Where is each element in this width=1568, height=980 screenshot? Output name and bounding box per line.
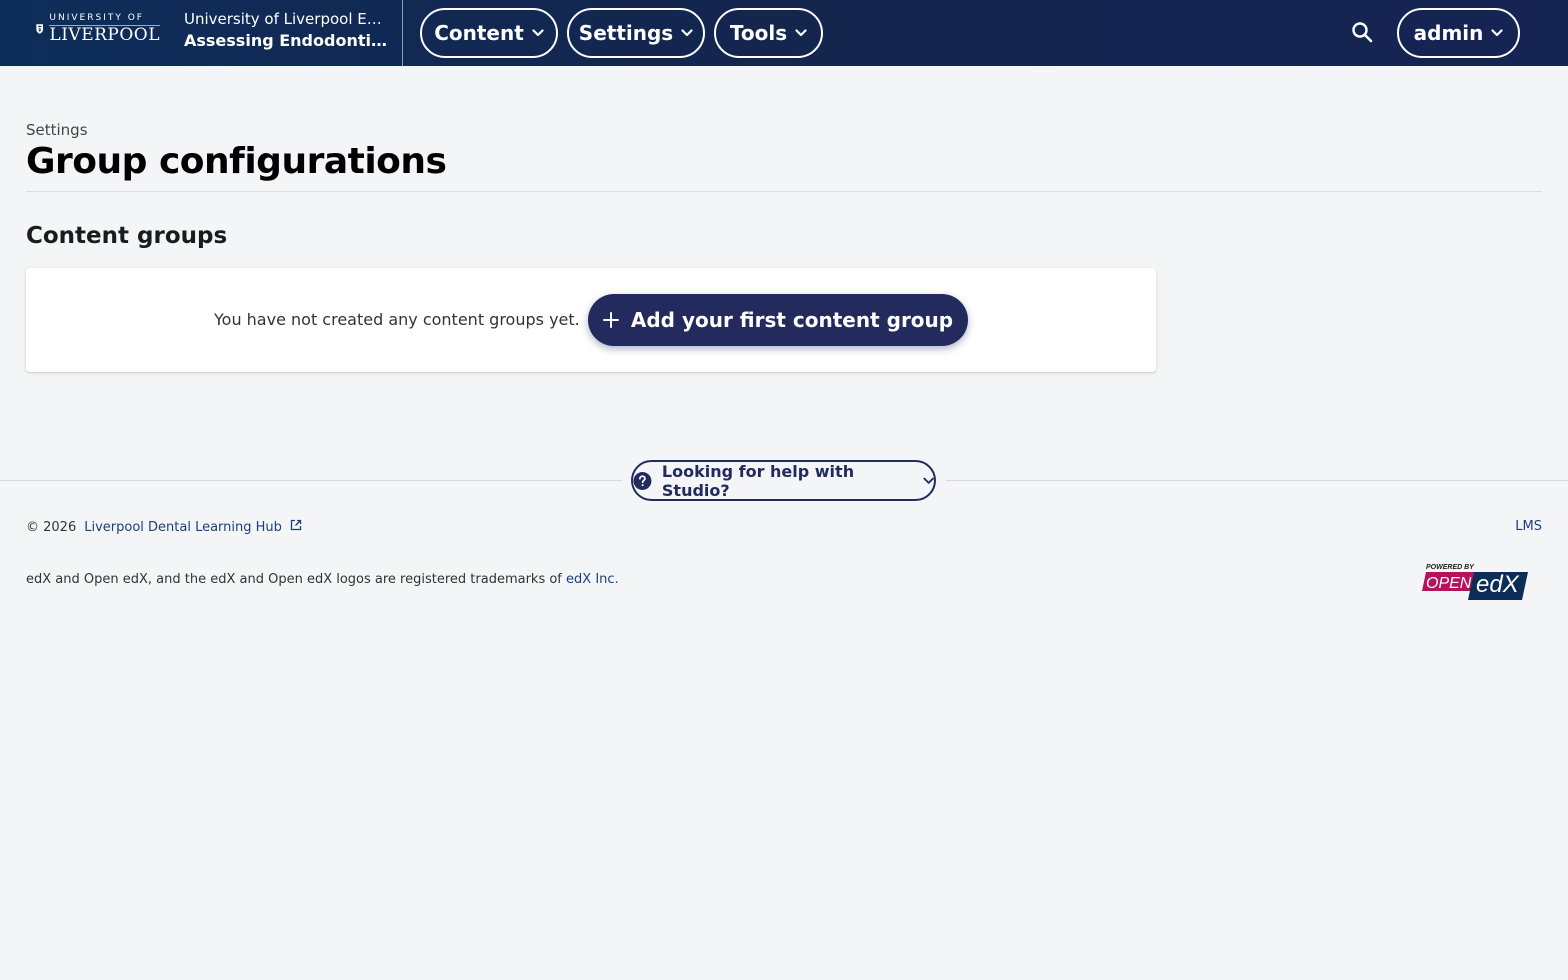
plus-icon xyxy=(602,312,619,328)
add-content-group-button[interactable]: Add your first content group xyxy=(588,294,968,346)
powered-by-open-edx-logo[interactable]: POWERED BY OPEN edX xyxy=(1420,560,1534,604)
content-groups-card: You have not created any content groups … xyxy=(26,268,1156,372)
lms-link[interactable]: LMS xyxy=(1515,519,1542,534)
site-link-label: Liverpool Dental Learning Hub xyxy=(84,520,282,535)
help-divider-left xyxy=(0,480,622,481)
powered-by-text: POWERED BY xyxy=(1426,564,1475,571)
copyright-text: © 2026 xyxy=(26,519,77,535)
course-org: University of Liverpool EN... xyxy=(184,10,389,28)
shield-crest-icon xyxy=(36,24,44,34)
title-divider xyxy=(26,191,1542,192)
user-menu-button[interactable]: admin xyxy=(1397,8,1520,58)
nav-settings-button[interactable]: Settings xyxy=(567,8,705,58)
help-icon xyxy=(633,471,652,490)
search-icon[interactable] xyxy=(1350,20,1374,44)
studio-help-label: Looking for help with Studio? xyxy=(661,461,855,500)
nav-content-label: Content xyxy=(434,21,524,45)
breadcrumb: Settings xyxy=(26,121,88,139)
header-divider xyxy=(402,0,403,66)
chevron-down-icon xyxy=(681,29,693,37)
open-text: OPEN xyxy=(1426,575,1472,592)
chevron-down-icon xyxy=(795,29,807,37)
footer-copyright: © 2026 Liverpool Dental Learning Hub xyxy=(26,519,302,535)
university-logo[interactable]: UNIVERSITY OF LIVERPOOL xyxy=(36,12,160,46)
nav-content-button[interactable]: Content xyxy=(420,8,558,58)
nav-tools-button[interactable]: Tools xyxy=(714,8,823,58)
chevron-down-icon xyxy=(532,29,544,37)
site-link[interactable]: Liverpool Dental Learning Hub xyxy=(84,519,302,535)
course-title[interactable]: University of Liverpool EN... Assessing … xyxy=(184,10,389,50)
nav-settings-label: Settings xyxy=(578,21,674,45)
studio-help-toggle[interactable]: Looking for help with Studio? xyxy=(631,460,936,501)
external-link-icon xyxy=(290,519,302,531)
help-divider-right xyxy=(946,480,1568,481)
user-menu-label: admin xyxy=(1413,21,1484,45)
nav-tools-label: Tools xyxy=(729,21,788,45)
page-title: Group configurations xyxy=(26,141,447,182)
trademark-text: edX and Open edX, and the edX and Open e… xyxy=(26,572,562,587)
top-header: UNIVERSITY OF LIVERPOOL University of Li… xyxy=(0,0,1568,66)
empty-state-text: You have not created any content groups … xyxy=(214,310,580,329)
logo-text-top: UNIVERSITY OF xyxy=(49,13,144,23)
add-content-group-label: Add your first content group xyxy=(630,308,954,332)
section-title: Content groups xyxy=(26,223,228,249)
trademark-notice: edX and Open edX, and the edX and Open e… xyxy=(26,572,619,587)
chevron-down-icon xyxy=(1491,29,1503,37)
edx-inc-link[interactable]: edX Inc. xyxy=(566,572,619,587)
chevron-down-icon xyxy=(923,477,934,484)
edx-text: edX xyxy=(1476,571,1520,598)
logo-text-bottom: LIVERPOOL xyxy=(49,25,160,45)
course-name: Assessing Endodonti... xyxy=(184,31,389,50)
